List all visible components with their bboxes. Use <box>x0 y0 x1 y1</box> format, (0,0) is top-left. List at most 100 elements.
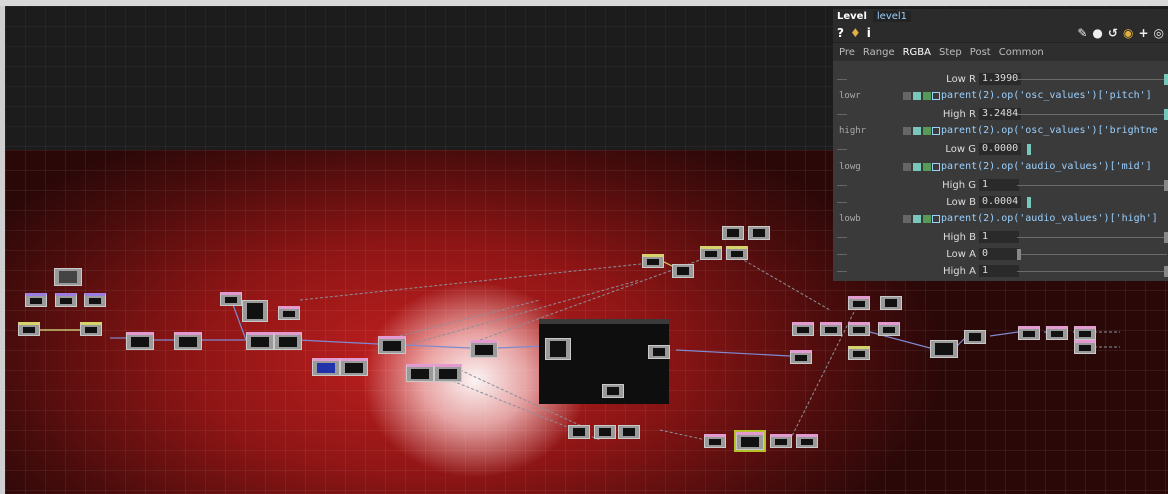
param-value[interactable]: 0.0000 <box>979 143 1022 155</box>
mode-icon[interactable] <box>903 92 911 100</box>
node[interactable] <box>84 293 106 307</box>
slider-handle[interactable] <box>1164 232 1168 243</box>
node[interactable] <box>312 358 340 376</box>
tab-pre[interactable]: Pre <box>839 47 855 58</box>
node[interactable] <box>848 346 870 360</box>
slider-handle[interactable] <box>1164 109 1168 120</box>
mode-icon[interactable] <box>923 163 931 171</box>
node[interactable] <box>880 296 902 310</box>
param-value[interactable]: 1 <box>979 231 1019 243</box>
mode-icon[interactable] <box>932 127 940 135</box>
node[interactable] <box>722 226 744 240</box>
node[interactable] <box>246 332 274 350</box>
reset-icon[interactable]: ↺ <box>1108 26 1118 40</box>
node[interactable] <box>25 293 47 307</box>
param-row-high-g[interactable]: High G 1 <box>833 177 1168 194</box>
slider-track[interactable] <box>1017 254 1167 255</box>
node[interactable] <box>672 264 694 278</box>
node[interactable] <box>700 246 722 260</box>
tab-rgba[interactable]: RGBA <box>903 47 931 58</box>
mode-icon[interactable] <box>913 127 921 135</box>
network-editor[interactable]: Level level1 ? ♦ i ✎ ● ↺ ◉ + ◎ Pre Range… <box>0 0 1168 494</box>
node[interactable] <box>594 425 616 439</box>
op-name-field[interactable]: level1 <box>872 11 912 22</box>
parameter-panel[interactable]: Level level1 ? ♦ i ✎ ● ↺ ◉ + ◎ Pre Range… <box>833 9 1168 281</box>
param-value[interactable]: 1 <box>979 265 1019 277</box>
slider-track[interactable] <box>1017 114 1167 115</box>
node[interactable] <box>568 425 590 439</box>
param-value[interactable]: 0.0004 <box>979 196 1022 208</box>
mode-icon[interactable] <box>923 215 931 223</box>
node[interactable] <box>790 350 812 364</box>
node[interactable] <box>726 246 748 260</box>
mode-icon[interactable] <box>932 215 940 223</box>
mode-icon[interactable] <box>923 92 931 100</box>
param-value[interactable]: 1 <box>979 179 1019 191</box>
slider-handle[interactable] <box>1164 74 1168 85</box>
node[interactable] <box>964 330 986 344</box>
node[interactable] <box>278 306 300 320</box>
node[interactable] <box>434 364 462 382</box>
node[interactable] <box>174 332 202 350</box>
mode-icon[interactable] <box>903 215 911 223</box>
node[interactable] <box>796 434 818 448</box>
edit-icon[interactable]: ✎ <box>1077 26 1087 40</box>
param-row-low-a[interactable]: Low A 0 <box>833 246 1168 263</box>
mode-icon[interactable] <box>913 163 921 171</box>
node[interactable] <box>848 322 870 336</box>
node[interactable] <box>820 322 842 336</box>
node[interactable] <box>470 340 498 358</box>
param-row-high-r[interactable]: High R 3.2484 <box>833 106 1168 123</box>
node[interactable] <box>848 296 870 310</box>
node[interactable] <box>220 292 242 306</box>
node[interactable] <box>406 364 434 382</box>
node[interactable] <box>748 226 770 240</box>
tab-range[interactable]: Range <box>863 47 895 58</box>
param-expr-row-highr[interactable]: highr parent(2).op('osc_values')['bright… <box>833 123 1168 140</box>
node[interactable] <box>1018 326 1040 340</box>
param-expr-row-lowg[interactable]: lowg parent(2).op('audio_values')['mid'] <box>833 159 1168 176</box>
add-icon[interactable]: + <box>1138 26 1148 40</box>
info-icon[interactable]: i <box>867 26 871 40</box>
param-row-high-a[interactable]: High A 1 <box>833 263 1168 280</box>
mode-icon[interactable] <box>903 163 911 171</box>
python-help-icon[interactable]: ♦ <box>850 26 861 40</box>
help-icon[interactable]: ? <box>837 26 844 40</box>
slider-track[interactable] <box>1017 271 1167 272</box>
node[interactable] <box>618 425 640 439</box>
slider-handle[interactable] <box>1164 266 1168 277</box>
slider-handle[interactable] <box>1017 249 1021 260</box>
mode-icon[interactable] <box>913 215 921 223</box>
node[interactable] <box>18 322 40 336</box>
node[interactable] <box>642 254 664 268</box>
param-value[interactable]: 0 <box>979 248 1019 260</box>
slider-track[interactable] <box>1017 185 1167 186</box>
node[interactable] <box>602 384 624 398</box>
node[interactable] <box>930 340 958 358</box>
param-row-low-r[interactable]: Low R 1.3990 <box>833 71 1168 88</box>
param-value[interactable]: 3.2484 <box>979 108 1022 120</box>
param-expression[interactable]: parent(2).op('audio_values')['mid'] <box>941 161 1152 172</box>
node[interactable] <box>274 332 302 350</box>
node[interactable] <box>704 434 726 448</box>
param-row-high-b[interactable]: High B 1 <box>833 229 1168 246</box>
param-expr-row-lowb[interactable]: lowb parent(2).op('audio_values')['high'… <box>833 211 1168 228</box>
param-expr-row-lowr[interactable]: lowr parent(2).op('osc_values')['pitch'] <box>833 88 1168 105</box>
node[interactable] <box>1074 340 1096 354</box>
param-expression[interactable]: parent(2).op('audio_values')['high'] <box>941 213 1158 224</box>
node[interactable] <box>242 300 268 322</box>
node[interactable] <box>80 322 102 336</box>
node-selected[interactable] <box>734 430 766 452</box>
mode-icon[interactable] <box>913 92 921 100</box>
node[interactable] <box>126 332 154 350</box>
node[interactable] <box>770 434 792 448</box>
slider-track[interactable] <box>1017 237 1167 238</box>
slider-handle[interactable] <box>1164 180 1168 191</box>
tab-common[interactable]: Common <box>999 47 1044 58</box>
node[interactable] <box>792 322 814 336</box>
node[interactable] <box>1074 326 1096 340</box>
param-value[interactable]: 1.3990 <box>979 73 1022 85</box>
node[interactable] <box>545 338 571 360</box>
param-expression[interactable]: parent(2).op('osc_values')['brightne <box>941 125 1158 136</box>
mode-icon[interactable] <box>923 127 931 135</box>
